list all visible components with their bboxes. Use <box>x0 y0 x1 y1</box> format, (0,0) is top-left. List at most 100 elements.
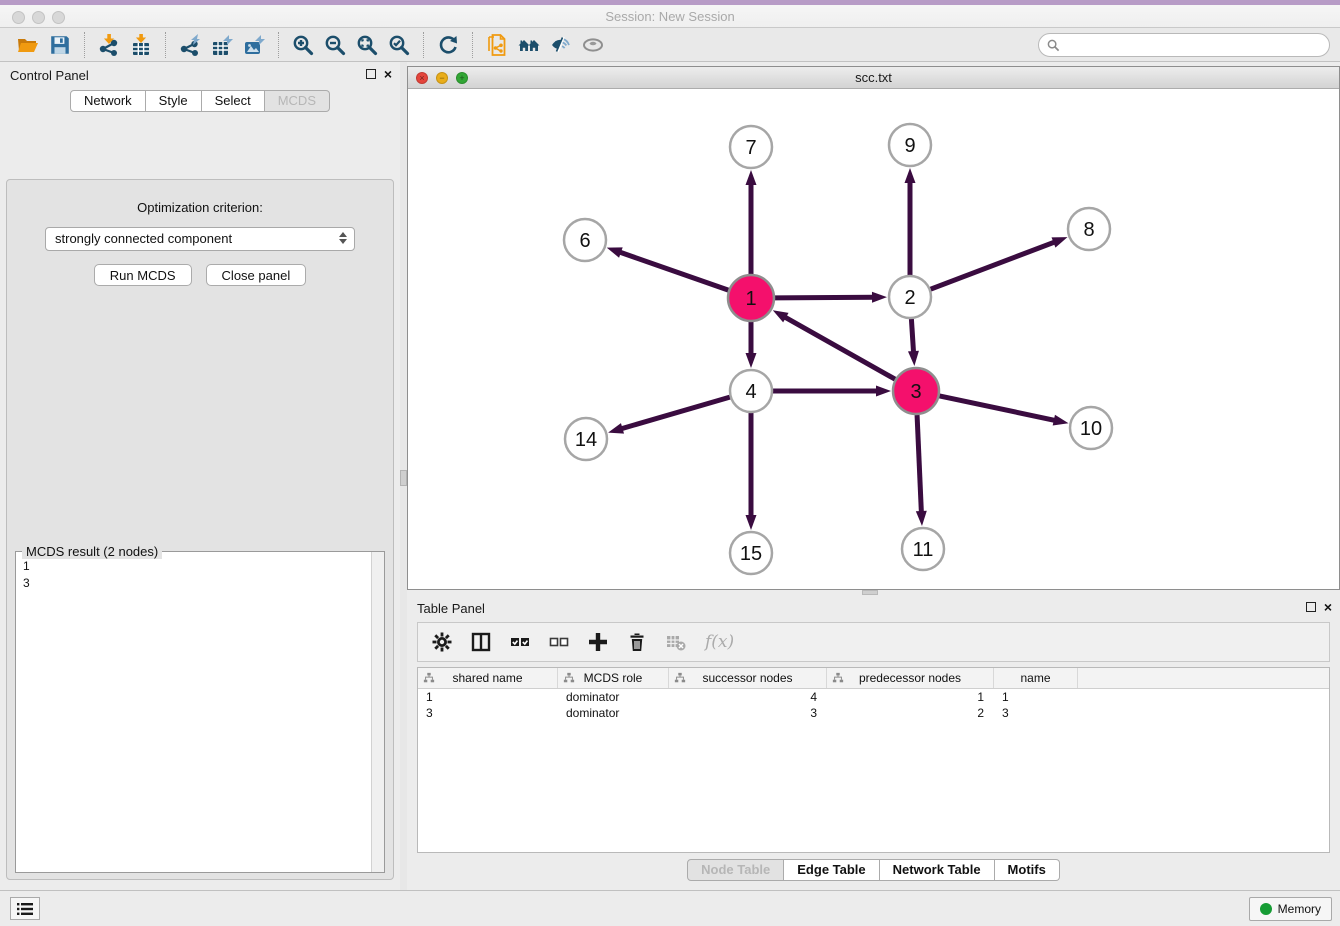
zoom-selected-button[interactable] <box>383 31 415 59</box>
show-graphics-details-button[interactable] <box>577 31 609 59</box>
tab-network-table[interactable]: Network Table <box>880 859 995 881</box>
zoom-out-button[interactable] <box>319 31 351 59</box>
zoom-fit-button[interactable] <box>351 31 383 59</box>
houses-icon <box>518 34 540 56</box>
graph-edge-2-8[interactable] <box>931 241 1057 289</box>
table-toolbar: f(x) <box>417 622 1330 662</box>
plus-icon <box>588 632 608 652</box>
graph[interactable]: 7968124314101511 <box>408 89 1339 589</box>
result-scrollbar[interactable] <box>371 552 384 872</box>
graph-node-label: 1 <box>745 288 756 310</box>
unchecked-boxes-icon <box>549 632 569 652</box>
column-header-shared-name[interactable]: shared name <box>418 668 558 688</box>
graph-edge-3-11[interactable] <box>917 415 921 514</box>
window-title: Session: New Session <box>0 5 1340 28</box>
criterion-value: strongly connected component <box>55 231 232 246</box>
graph-edge-3-1[interactable] <box>783 316 895 379</box>
column-header-mcds-role[interactable]: MCDS role <box>558 668 669 688</box>
table-row[interactable]: 1 dominator 4 1 1 <box>418 689 1329 705</box>
close-panel-button[interactable]: Close panel <box>206 264 307 286</box>
export-network-button[interactable] <box>174 31 206 59</box>
graph-node-label: 3 <box>910 381 921 403</box>
memory-status-dot <box>1260 903 1272 915</box>
main-toolbar <box>0 28 1340 62</box>
add-column-button[interactable] <box>588 632 608 652</box>
delete-table-button[interactable] <box>666 632 686 652</box>
vertical-split-divider[interactable] <box>400 62 407 890</box>
graph-edge-2-3[interactable] <box>911 319 913 354</box>
search-input[interactable] <box>1060 35 1329 55</box>
network-canvas[interactable]: 7968124314101511 <box>408 89 1339 589</box>
run-mcds-button[interactable]: Run MCDS <box>94 264 192 286</box>
column-header-name[interactable]: name <box>994 668 1078 688</box>
function-builder-button[interactable]: f(x) <box>705 632 734 652</box>
tab-edge-table[interactable]: Edge Table <box>784 859 879 881</box>
memory-button[interactable]: Memory <box>1249 897 1332 921</box>
select-stepper-icon[interactable] <box>339 232 347 244</box>
export-image-icon <box>243 34 265 56</box>
table-row[interactable]: 3 dominator 3 2 3 <box>418 705 1329 721</box>
export-image-button[interactable] <box>238 31 270 59</box>
column-header-predecessor-nodes[interactable]: predecessor nodes <box>827 668 994 688</box>
export-table-icon <box>211 34 233 56</box>
open-session-button[interactable] <box>12 31 44 59</box>
criterion-select[interactable]: strongly connected component <box>45 227 355 251</box>
eye-slash-icon <box>550 34 572 56</box>
table-panel-title: Table Panel <box>417 601 485 616</box>
graph-edge-4-14[interactable] <box>620 397 730 429</box>
show-column-button[interactable] <box>471 632 491 652</box>
graph-arrowhead <box>905 168 916 183</box>
table-settings-button[interactable] <box>432 632 452 652</box>
delete-column-button[interactable] <box>627 632 647 652</box>
graph-node-label: 2 <box>904 287 915 309</box>
trash-icon <box>627 632 647 652</box>
tree-icon <box>832 672 844 684</box>
float-panel-icon[interactable] <box>366 69 376 79</box>
column-header-successor-nodes[interactable]: successor nodes <box>669 668 827 688</box>
import-table-button[interactable] <box>125 31 157 59</box>
mcds-result-item: 1 <box>23 558 371 575</box>
close-panel-icon[interactable]: × <box>1324 601 1332 613</box>
save-session-button[interactable] <box>44 31 76 59</box>
graph-node-label: 8 <box>1083 219 1094 241</box>
tab-motifs[interactable]: Motifs <box>995 859 1060 881</box>
tab-style[interactable]: Style <box>146 90 202 112</box>
graph-node-label: 14 <box>575 429 597 451</box>
graph-edge-3-10[interactable] <box>939 396 1056 421</box>
show-task-history-button[interactable] <box>10 897 40 920</box>
mcds-result-box: MCDS result (2 nodes) 1 3 <box>15 551 385 873</box>
apply-layout-button[interactable] <box>432 31 464 59</box>
new-network-from-selection-button[interactable] <box>481 31 513 59</box>
tab-node-table[interactable]: Node Table <box>687 859 784 881</box>
graph-arrowhead <box>876 386 891 397</box>
graph-edge-1-2[interactable] <box>775 297 875 298</box>
export-table-button[interactable] <box>206 31 238 59</box>
select-all-button[interactable] <box>510 632 530 652</box>
close-panel-icon[interactable]: × <box>384 68 392 80</box>
table-panel-tabs: Node Table Edge Table Network Table Moti… <box>407 859 1340 881</box>
import-network-button[interactable] <box>93 31 125 59</box>
tab-select[interactable]: Select <box>202 90 265 112</box>
floppy-icon <box>49 34 71 56</box>
deselect-all-button[interactable] <box>549 632 569 652</box>
float-panel-icon[interactable] <box>1306 602 1316 612</box>
zoom-in-button[interactable] <box>287 31 319 59</box>
zoom-in-icon <box>292 34 314 56</box>
mcds-result-item: 3 <box>23 575 371 592</box>
graph-edge-1-6[interactable] <box>618 252 728 291</box>
network-document-icon <box>486 34 508 56</box>
hide-graphics-details-button[interactable] <box>545 31 577 59</box>
graph-arrowhead <box>746 515 757 530</box>
mcds-result-list[interactable]: 1 3 <box>16 554 371 872</box>
first-neighbors-button[interactable] <box>513 31 545 59</box>
graph-node-label: 10 <box>1080 418 1102 440</box>
graph-node-label: 4 <box>745 381 756 403</box>
network-window-titlebar[interactable]: × − + scc.txt <box>408 67 1339 89</box>
graph-arrowhead <box>916 511 927 526</box>
tab-network[interactable]: Network <box>70 90 146 112</box>
tab-mcds[interactable]: MCDS <box>265 90 330 112</box>
table-panel: Table Panel × <box>407 595 1340 890</box>
tree-icon <box>423 672 435 684</box>
export-network-icon <box>179 34 201 56</box>
divider-handle[interactable] <box>400 470 407 486</box>
